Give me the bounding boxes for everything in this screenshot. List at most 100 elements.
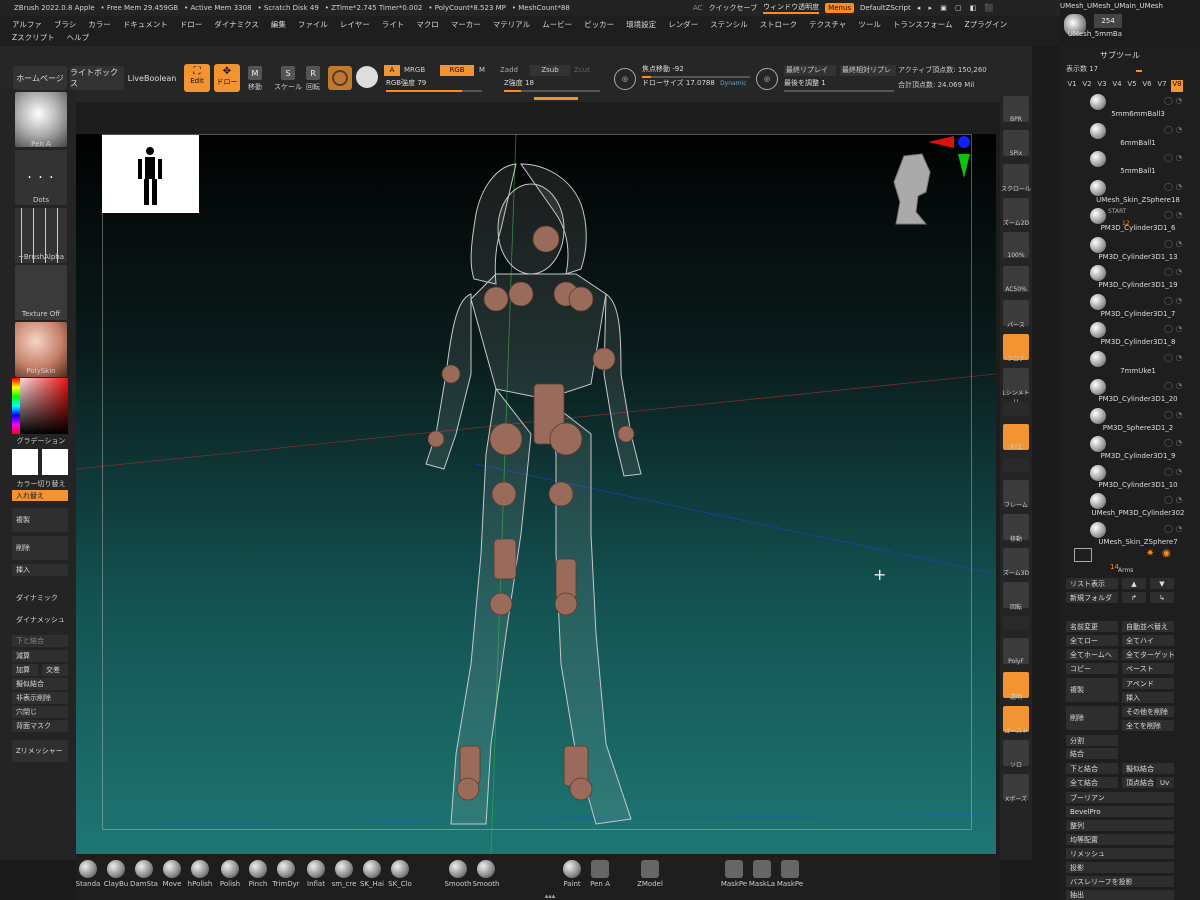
brush-button-11[interactable]: SK_Clo [386, 860, 414, 888]
last-adjust-slider[interactable]: 最後を調整 1 [784, 78, 894, 92]
delete-button[interactable]: 削除 [12, 536, 68, 560]
eye-icon[interactable]: ◉ [1162, 548, 1171, 559]
split-button[interactable]: 分割 [1066, 735, 1118, 746]
menu-16[interactable]: レンダー [668, 18, 698, 31]
brush-button-7[interactable]: TrimDyr [272, 860, 300, 888]
menu-10[interactable]: マクロ [416, 18, 439, 31]
insert-button[interactable]: 挿入 [12, 564, 68, 576]
menu-4[interactable]: ドロー [180, 18, 203, 31]
axis-gizmo-icon[interactable] [928, 134, 972, 178]
subtool-item[interactable]: ◯ ◔ PM3D_Cylinder3D1_9 [1088, 434, 1188, 460]
arrow-down-right-icon[interactable]: ↳ [1150, 592, 1174, 603]
subtool-item[interactable]: ◯ ◔ 5mmBall1 [1088, 149, 1188, 175]
merge-button[interactable]: 結合 [1066, 748, 1118, 759]
subtool-item[interactable]: ◯ ◔ PM3D_Cylinder3D1_6 [1088, 206, 1188, 232]
brush-button-9[interactable]: sm_cre [330, 860, 358, 888]
liveboolean-button[interactable]: LiveBoolean [126, 66, 178, 90]
ac-label[interactable]: AC [693, 4, 703, 12]
subtract-button[interactable]: 減算 [12, 650, 68, 662]
version-6[interactable]: V6 [1141, 80, 1153, 92]
boolean-merge-button[interactable]: 擬似結合 [12, 678, 68, 690]
version-7[interactable]: V7 [1156, 80, 1168, 92]
brush-button-8[interactable]: Inflat [302, 860, 330, 888]
menu-23[interactable]: Zスクリプト [12, 31, 55, 44]
arrow-up-right-icon[interactable]: ↱ [1122, 592, 1146, 603]
subtool-item[interactable]: ◯ ◔ UMesh_PM3D_Cylinder302 [1088, 491, 1188, 517]
brush-button-17[interactable]: MaskPe [720, 860, 748, 888]
brush-button-4[interactable]: hPolish [186, 860, 214, 888]
window-transparency-button[interactable]: ウィンドウ透明度 [763, 2, 820, 14]
move-down-icon[interactable]: ▼ [1150, 578, 1174, 589]
subtool-item[interactable]: ◯ ◔ PM3D_Cylinder3D1_7 [1088, 292, 1188, 318]
subtool-item[interactable]: ◯ ◔ PM3D_Cylinder3D1_20 [1088, 377, 1188, 403]
z-intensity-slider[interactable]: Z強度 18 [504, 78, 600, 92]
close-holes-button[interactable]: 穴閉じ [12, 706, 68, 718]
brush-button-14[interactable]: Paint [558, 860, 586, 888]
subtool-visibility-icon[interactable]: ◯ ◔ [1164, 353, 1182, 362]
subtool-visibility-icon[interactable]: ◯ ◔ [1164, 210, 1182, 219]
menu-24[interactable]: ヘルプ [67, 31, 90, 44]
hue-slider[interactable] [12, 378, 20, 434]
merge-down-button[interactable]: 下と結合 [1066, 763, 1118, 774]
menu-5[interactable]: ダイナミクス [214, 18, 259, 31]
project-button[interactable]: 投影 [1066, 862, 1174, 873]
subtool-visibility-icon[interactable]: ◯ ◔ [1164, 381, 1182, 390]
rgb-intensity-slider[interactable]: RGB強度 79 [386, 78, 482, 92]
move-button[interactable]: M 移動 [248, 66, 262, 92]
merge-all-button[interactable]: 全て結合 [1066, 777, 1118, 788]
menu-14[interactable]: ピッカー [584, 18, 614, 31]
material-swatch-button[interactable] [328, 66, 352, 90]
main-color-swatch[interactable] [12, 449, 38, 475]
folder-icon[interactable] [1074, 548, 1092, 562]
draw-size-slider[interactable]: ドローサイズ 17.0788 Dynamic [642, 78, 750, 90]
visible-count-slider[interactable]: 表示数 17 [1066, 64, 1190, 76]
subtool-visibility-icon[interactable]: ◯ ◔ [1164, 495, 1182, 504]
scale-button[interactable]: S スケール [274, 66, 302, 92]
rgb-toggle[interactable]: RGB [440, 65, 474, 76]
uv-button[interactable]: Uv [1156, 777, 1174, 788]
back-mask-button[interactable]: 背面マスク [12, 720, 68, 732]
list-view-button[interactable]: リスト表示 [1066, 578, 1118, 589]
menu-3[interactable]: ドキュメント [123, 18, 168, 31]
brush-button-19[interactable]: MaskPe [776, 860, 804, 888]
all-target-button[interactable]: 全てターゲット [1122, 649, 1174, 660]
subtool-visibility-icon[interactable]: ◯ ◔ [1164, 153, 1182, 162]
menu-6[interactable]: 編集 [271, 18, 286, 31]
subtool-visibility-icon[interactable]: ◯ ◔ [1164, 438, 1182, 447]
menu-18[interactable]: ストローク [760, 18, 798, 31]
bevelpro-button[interactable]: BevelPro [1066, 806, 1174, 817]
subtool-visibility-icon[interactable]: ◯ ◔ [1164, 296, 1182, 305]
menu-13[interactable]: ムービー [542, 18, 572, 31]
brush-pen-icon[interactable] [15, 92, 67, 147]
zcut-toggle[interactable]: Zcut [574, 65, 590, 76]
swap-button[interactable]: 入れ替え [12, 490, 68, 501]
replay-icon[interactable]: ◎ [756, 68, 778, 90]
subtool-item[interactable]: ◯ ◔ 5mm6mmBall3 [1088, 92, 1188, 118]
project-basrelief-button[interactable]: バスレリーフを投影 [1066, 876, 1174, 887]
subtool-visibility-icon[interactable]: ◯ ◔ [1164, 467, 1182, 476]
menu-12[interactable]: マテリアル [493, 18, 530, 31]
brush-button-16[interactable]: ZModel [636, 860, 664, 888]
menu-1[interactable]: ブラシ [54, 18, 76, 31]
lightbox-button[interactable]: ライトボックス [70, 66, 124, 90]
subtool-visibility-icon[interactable]: ◯ ◔ [1164, 96, 1182, 105]
quicksave-button[interactable]: クイックセーブ [709, 3, 758, 13]
edit-button[interactable]: ⛶ Edit [184, 64, 210, 92]
menu-19[interactable]: テクスチャ [809, 18, 846, 31]
brush-button-0[interactable]: Standa [74, 860, 102, 888]
window-controls-icon[interactable]: ◂ ▸ ▣ ▢ ◧ ⬛ [917, 4, 997, 12]
dynamesh-button[interactable]: ダイナメッシュ [12, 614, 68, 626]
menu-22[interactable]: Zプラグイン [964, 18, 1007, 31]
mrgb-toggle[interactable]: MRGB [404, 65, 425, 76]
focal-shift-slider[interactable]: 焦点移動 -92 [642, 64, 750, 78]
version-1[interactable]: V1 [1066, 80, 1078, 92]
duplicate-button[interactable]: 複製 [1066, 678, 1118, 702]
view-tool-11-icon[interactable] [1003, 458, 1029, 472]
stroke-sphere-button[interactable] [356, 66, 378, 88]
menu-8[interactable]: レイヤー [340, 18, 370, 31]
subtool-item[interactable]: ◯ ◔ 6mmBall1 [1088, 121, 1188, 147]
insert-button[interactable]: 挿入 [1122, 692, 1174, 703]
m-toggle[interactable]: M [479, 65, 485, 76]
subtool-visibility-icon[interactable]: ◯ ◔ [1164, 324, 1182, 333]
version-4[interactable]: V4 [1111, 80, 1123, 92]
